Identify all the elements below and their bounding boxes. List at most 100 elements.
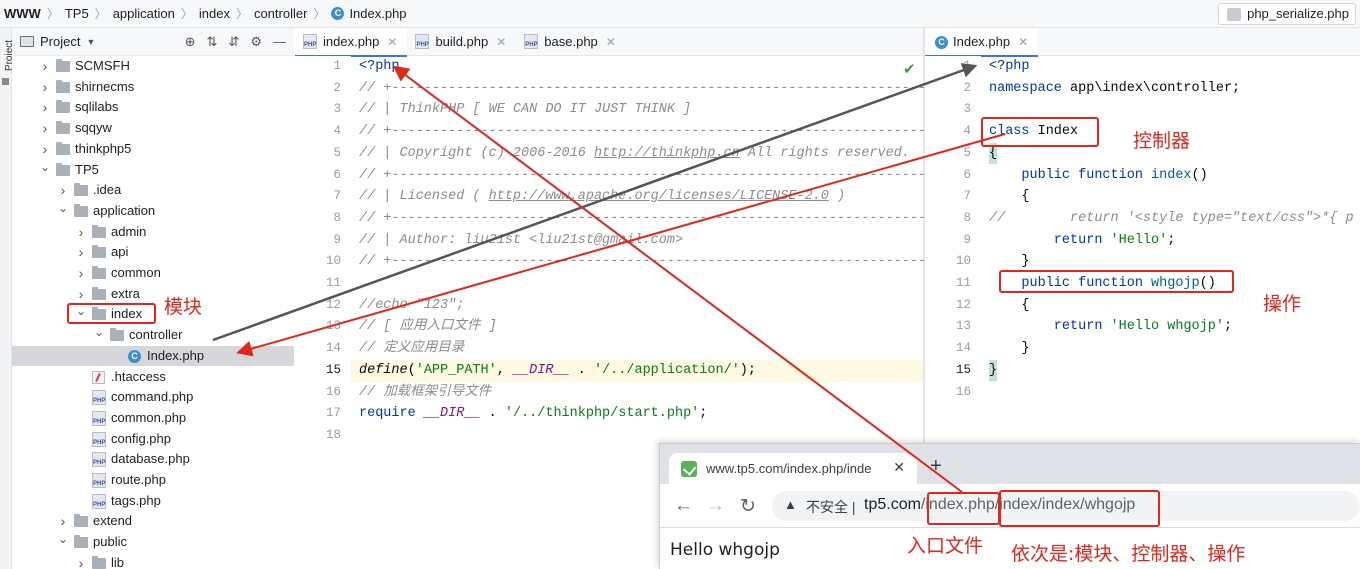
warning-icon[interactable]: ▲ [784, 497, 797, 512]
code-line: } [989, 341, 1030, 357]
tree-item[interactable]: PHP route.php [12, 470, 294, 491]
line-number: 9 [333, 232, 341, 247]
tab-build-php[interactable]: PHP build.php ✕ [407, 28, 516, 56]
code-link[interactable]: http://thinkphp.cn [594, 146, 740, 161]
close-icon[interactable]: ✕ [387, 35, 397, 49]
chevron-right-icon[interactable]: › [76, 242, 86, 263]
code-line: <?php [989, 59, 1030, 74]
tree-item-label: common.php [111, 409, 187, 425]
annotation-label-entry: 入口文件 [907, 535, 984, 557]
line-number: 3 [963, 102, 971, 117]
tree-item[interactable]: › SCMSFH [12, 56, 294, 77]
tree-item[interactable]: › common [12, 263, 294, 284]
code-link[interactable]: http://www.apache.org/licenses/LICENSE-2… [489, 189, 829, 204]
project-panel-header: Project ▼ ⊕ ⇅ ⇵ ⚙ — [12, 28, 294, 56]
back-arrow-icon[interactable]: ← [674, 495, 693, 517]
chevron-down-icon[interactable]: ▼ [86, 37, 95, 47]
tree-item[interactable]: ⌄ TP5 [12, 160, 294, 181]
chevron-right-icon[interactable]: › [40, 77, 50, 98]
tree-item[interactable]: .htaccess [12, 367, 294, 388]
folder-icon [92, 555, 106, 569]
tree-item-label: application [93, 202, 156, 218]
tree-item[interactable]: › admin [12, 222, 294, 243]
tab-base-php[interactable]: PHP base.php ✕ [516, 28, 626, 56]
tree-item[interactable]: › extra [12, 284, 294, 305]
line-number: 7 [963, 189, 971, 204]
tree-item[interactable]: › shirnecms [12, 77, 294, 98]
chevron-right-icon: 〉 [94, 7, 107, 21]
chevron-right-icon[interactable]: › [40, 97, 50, 118]
tree-item[interactable]: PHP config.php [12, 429, 294, 450]
folder-icon [56, 59, 70, 72]
minimize-icon[interactable]: — [273, 34, 286, 50]
tree-item[interactable]: › lib [12, 553, 294, 569]
project-panel-title[interactable]: Project [40, 34, 80, 49]
close-icon[interactable]: ✕ [1018, 35, 1028, 49]
close-icon[interactable]: ✕ [893, 459, 905, 476]
chevron-right-icon[interactable]: › [76, 553, 86, 569]
editor-tabs-left: PHP index.php ✕ PHP build.php ✕ PHP base.php ✕ [295, 28, 923, 57]
chevron-down-icon[interactable]: ⌄ [40, 157, 50, 178]
line-number: 2 [333, 80, 341, 95]
tree-item[interactable]: PHP tags.php [12, 491, 294, 512]
tree-item[interactable]: PHP common.php [12, 408, 294, 429]
folder-icon [56, 121, 70, 135]
tab-index-php[interactable]: PHP index.php ✕ [295, 28, 408, 57]
tree-item[interactable]: › sqqyw [12, 118, 294, 139]
chevron-right-icon[interactable]: › [76, 263, 86, 284]
forward-arrow-icon[interactable]: → [706, 495, 725, 517]
php-class-icon: C [935, 36, 948, 49]
breadcrumb-item[interactable]: controller [254, 6, 307, 21]
line-number: 5 [963, 145, 971, 160]
tree-item[interactable]: › extend [12, 511, 294, 532]
tree-item[interactable]: ⌄ public [12, 532, 294, 553]
browser-tab-title: www.tp5.com/index.php/inde [706, 461, 872, 476]
tree-item-label: .htaccess [111, 368, 166, 384]
close-icon[interactable]: ✕ [496, 35, 506, 49]
tree-item[interactable]: › .idea [12, 180, 294, 201]
annotation-label-order: 依次是:模块、控制器、操作 [1011, 543, 1246, 565]
breadcrumb-item[interactable]: Index.php [349, 6, 406, 21]
tree-item[interactable]: PHP database.php [12, 449, 294, 470]
chevron-down-icon[interactable]: ⌄ [58, 529, 68, 550]
tree-item[interactable]: ⌄ controller [12, 325, 294, 346]
inspection-ok-icon[interactable]: ✔ [903, 60, 916, 78]
expand-all-icon[interactable]: ⇅ [207, 34, 218, 50]
close-icon[interactable]: ✕ [606, 35, 616, 49]
collapse-all-icon[interactable]: ⇵ [228, 34, 239, 50]
chevron-right-icon[interactable]: › [76, 222, 86, 243]
locate-icon[interactable]: ⊕ [185, 34, 196, 50]
line-number: 14 [955, 341, 971, 356]
reload-icon[interactable]: ↻ [740, 495, 756, 518]
breadcrumb-item[interactable]: application [113, 6, 175, 21]
code-line: // return '<style type="text/css">*{ p [989, 210, 1354, 226]
run-config-selector[interactable]: php_serialize.php [1218, 3, 1356, 25]
breadcrumb-item[interactable]: TP5 [65, 6, 89, 21]
new-tab-icon[interactable]: + [930, 455, 942, 478]
tab-index-php-controller[interactable]: C Index.php ✕ [925, 28, 1039, 57]
tree-item-label: database.php [111, 451, 190, 467]
tree-item[interactable]: PHP command.php [12, 387, 294, 408]
gear-icon[interactable]: ⚙ [250, 34, 262, 50]
tree-item[interactable]: › sqlilabs [12, 97, 294, 118]
code-line: { [989, 189, 1030, 205]
code-line: define('APP_PATH', __DIR__ . '/../applic… [359, 362, 756, 378]
chevron-right-icon[interactable]: › [40, 56, 50, 77]
security-label[interactable]: 不安全 | [806, 497, 856, 517]
line-number: 9 [963, 232, 971, 247]
chevron-down-icon[interactable]: ⌄ [94, 322, 104, 343]
tree-item[interactable]: C Index.php [12, 345, 294, 367]
tree-item[interactable]: › api [12, 242, 294, 263]
tree-item-label: config.php [111, 430, 171, 446]
tree-item[interactable]: › thinkphp5 [12, 139, 294, 160]
tab-label: base.php [544, 34, 598, 49]
tree-item[interactable]: ⌄ application [12, 201, 294, 222]
chevron-down-icon[interactable]: ⌄ [58, 198, 68, 219]
project-icon [20, 36, 34, 47]
breadcrumb-item[interactable]: index [199, 6, 230, 21]
chevron-right-icon[interactable]: › [40, 118, 50, 139]
breadcrumb-item[interactable]: WWW [4, 6, 41, 21]
browser-tab[interactable]: www.tp5.com/index.php/inde ✕ [669, 453, 917, 484]
tree-item-label: Index.php [147, 347, 205, 363]
php-file-icon: PHP [92, 431, 106, 447]
